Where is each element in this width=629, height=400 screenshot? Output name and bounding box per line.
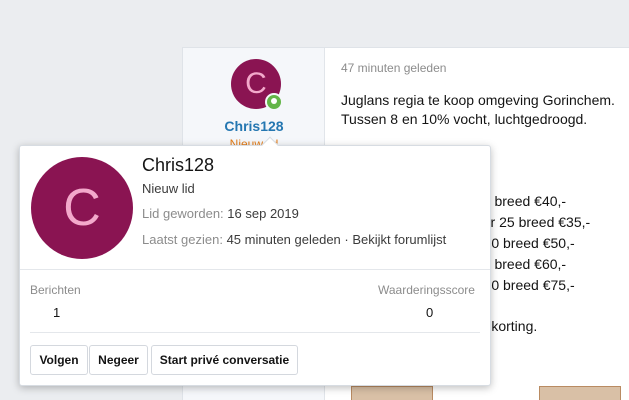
messages-value[interactable]: 1: [53, 305, 60, 320]
member-title: Nieuw lid: [142, 181, 195, 196]
post-username-link[interactable]: Chris128: [183, 118, 325, 134]
joined-value: 16 sep 2019: [227, 206, 299, 221]
joined-label: Lid geworden:: [142, 206, 224, 221]
attachment-thumbnail[interactable]: [351, 386, 433, 400]
post-avatar[interactable]: C: [231, 59, 283, 111]
post-text-line: Juglans regia te koop omgeving Gorinchem…: [341, 92, 615, 108]
post-text-line: mtr 25 breed €35,-: [475, 214, 591, 230]
post-timestamp[interactable]: 47 minuten geleden: [341, 61, 446, 75]
messages-label[interactable]: Berichten: [30, 283, 81, 297]
last-seen-value: 45 minuten geleden · Bekijkt forumlijst: [226, 232, 447, 247]
divider: [20, 269, 490, 270]
member-last-seen: Laatst gezien: 45 minuten geleden · Beki…: [142, 232, 446, 247]
member-tooltip: C Chris128 Nieuw lid Lid geworden: 16 se…: [19, 136, 491, 386]
follow-button[interactable]: Volgen: [30, 345, 88, 375]
member-joined: Lid geworden: 16 sep 2019: [142, 206, 299, 221]
post-avatar-letter: C: [245, 67, 267, 100]
start-conversation-button[interactable]: Start privé conversatie: [151, 345, 298, 375]
online-status-icon: [265, 93, 283, 111]
last-seen-label: Laatst gezien:: [142, 232, 223, 247]
reaction-score-value: 0: [426, 305, 434, 320]
member-name[interactable]: Chris128: [142, 155, 214, 176]
ignore-button[interactable]: Negeer: [89, 345, 148, 375]
post-text-line: Tussen 8 en 10% vocht, luchtgedroogd.: [341, 111, 588, 127]
attachment-thumbnail[interactable]: [539, 386, 621, 400]
member-avatar[interactable]: C: [31, 157, 133, 259]
divider: [30, 332, 480, 333]
reaction-score-label: Waarderingsscore: [378, 283, 475, 297]
